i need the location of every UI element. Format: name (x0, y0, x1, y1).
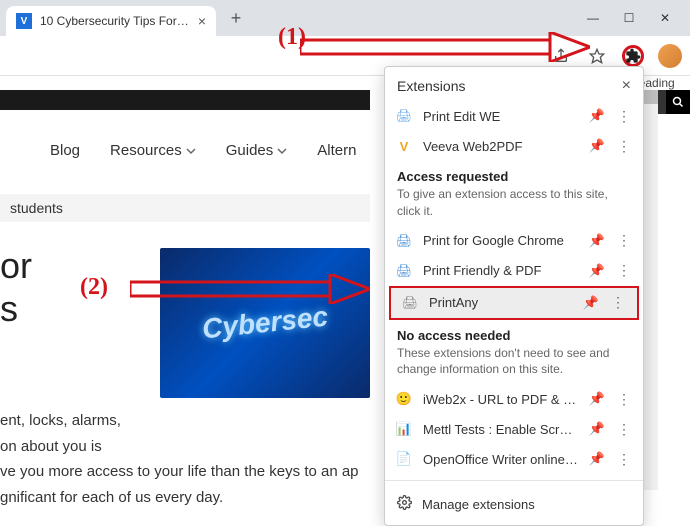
pin-icon[interactable]: 📌 (589, 391, 605, 407)
profile-avatar[interactable] (658, 44, 682, 68)
section-access-requested: Access requested (385, 161, 643, 186)
annotation-number-2: (2) (80, 274, 108, 301)
pin-icon[interactable]: 📌 (589, 138, 605, 154)
browser-tab[interactable]: V 10 Cybersecurity Tips For Individ × (6, 6, 216, 36)
bookmark-star-icon[interactable] (586, 45, 608, 67)
tab-title: 10 Cybersecurity Tips For Individ (40, 14, 190, 28)
extensions-button[interactable] (622, 45, 644, 67)
search-icon[interactable] (666, 90, 690, 114)
veeva-icon: V (395, 137, 413, 155)
nav-guides[interactable]: Guides (226, 142, 288, 159)
ext-veeva-web2pdf[interactable]: V Veeva Web2PDF 📌 ⋮ (385, 131, 643, 161)
mettl-icon: 📊 (395, 420, 413, 438)
window-controls: — ☐ ✕ (584, 11, 684, 25)
pin-icon[interactable]: 📌 (589, 233, 605, 249)
section-access-requested-desc: To give an extension access to this site… (385, 186, 643, 226)
printer-icon: 🖨 (395, 262, 413, 280)
manage-extensions[interactable]: Manage extensions (385, 487, 643, 521)
breadcrumb: students (0, 194, 370, 222)
printer-icon: 🖨 (395, 107, 413, 125)
minimize-button[interactable]: — (584, 11, 602, 25)
popup-close-icon[interactable]: × (622, 77, 631, 95)
popup-title: Extensions (397, 78, 465, 94)
tab-close-icon[interactable]: × (198, 13, 206, 29)
more-icon[interactable]: ⋮ (615, 138, 633, 155)
annotation-number-1: (1) (278, 24, 306, 51)
tab-favicon: V (16, 13, 32, 29)
extensions-popup: Extensions × 🖨 Print Edit WE 📌 ⋮ V Veeva… (384, 66, 644, 526)
more-icon[interactable]: ⋮ (615, 108, 633, 125)
ext-mettl-tests[interactable]: 📊 Mettl Tests : Enable Screen S... 📌 ⋮ (385, 414, 643, 444)
ext-iweb2x[interactable]: 🙂 iWeb2x - URL to PDF & Image 📌 ⋮ (385, 384, 643, 414)
ext-print-google-chrome[interactable]: 🖨 Print for Google Chrome 📌 ⋮ (385, 226, 643, 256)
more-icon[interactable]: ⋮ (615, 262, 633, 279)
new-tab-button[interactable]: + (222, 4, 250, 32)
manage-extensions-label: Manage extensions (422, 497, 535, 512)
openoffice-icon: 📄 (395, 450, 413, 468)
share-icon[interactable] (550, 45, 572, 67)
printer-icon: 🖨 (395, 232, 413, 250)
pin-icon[interactable]: 📌 (589, 451, 605, 467)
ext-print-edit-we[interactable]: 🖨 Print Edit WE 📌 ⋮ (385, 101, 643, 131)
more-icon[interactable]: ⋮ (615, 391, 633, 408)
section-no-access: No access needed (385, 320, 643, 345)
page-nav: Blog Resources Guides Altern (50, 142, 356, 159)
pin-icon[interactable]: 📌 (589, 108, 605, 124)
ext-print-friendly-pdf[interactable]: 🖨 Print Friendly & PDF 📌 ⋮ (385, 256, 643, 286)
more-icon[interactable]: ⋮ (615, 451, 633, 468)
scrollbar[interactable] (644, 90, 658, 490)
hero-image: Cybersec (160, 248, 370, 398)
nav-blog[interactable]: Blog (50, 142, 80, 159)
page-heading: or s (0, 244, 32, 330)
printer-icon: 🖨 (401, 294, 419, 312)
pin-icon[interactable]: 📌 (589, 421, 605, 437)
page-header-stripe (0, 90, 370, 110)
nav-altern[interactable]: Altern (317, 142, 356, 159)
section-no-access-desc: These extensions don't need to see and c… (385, 345, 643, 385)
maximize-button[interactable]: ☐ (620, 11, 638, 25)
more-icon[interactable]: ⋮ (615, 421, 633, 438)
nav-resources[interactable]: Resources (110, 142, 196, 159)
gear-icon (397, 495, 412, 513)
more-icon[interactable]: ⋮ (609, 294, 627, 311)
iweb2x-icon: 🙂 (395, 390, 413, 408)
more-icon[interactable]: ⋮ (615, 232, 633, 249)
close-window-button[interactable]: ✕ (656, 11, 674, 25)
ext-printany[interactable]: 🖨 PrintAny 📌 ⋮ (389, 286, 639, 320)
tab-bar: V 10 Cybersecurity Tips For Individ × + … (0, 0, 690, 36)
pin-icon[interactable]: 📌 (583, 295, 599, 311)
ext-openoffice-writer[interactable]: 📄 OpenOffice Writer online for... 📌 ⋮ (385, 444, 643, 474)
pin-icon[interactable]: 📌 (589, 263, 605, 279)
